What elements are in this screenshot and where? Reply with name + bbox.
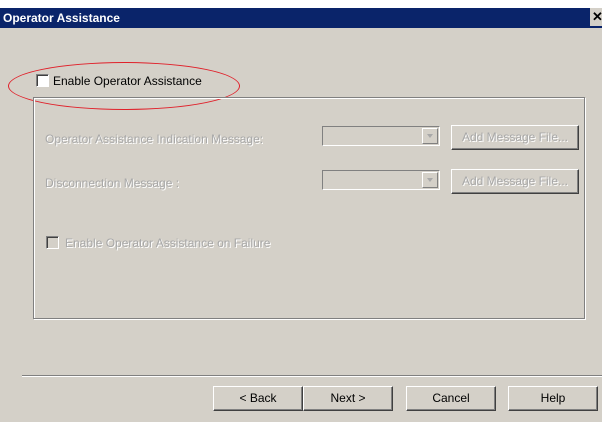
back-button[interactable]: < Back: [213, 386, 303, 411]
help-button[interactable]: Help: [508, 386, 598, 411]
footer-separator: [22, 375, 602, 377]
disconnection-message-label: Disconnection Message :: [45, 176, 180, 190]
window-title: Operator Assistance: [3, 11, 120, 25]
disconnection-message-select[interactable]: [322, 170, 440, 190]
add-disconnection-message-file-button[interactable]: Add Message File...: [451, 169, 579, 194]
chevron-down-icon[interactable]: [422, 128, 438, 144]
next-button[interactable]: Next >: [303, 386, 393, 411]
indication-message-select[interactable]: [322, 126, 440, 146]
add-indication-message-file-button[interactable]: Add Message File...: [451, 125, 579, 150]
title-bar[interactable]: Operator Assistance ✕: [0, 8, 602, 28]
indication-message-label: Operator Assistance Indication Message:: [45, 132, 264, 146]
operator-assistance-dialog: Operator Assistance ✕ Enable Operator As…: [0, 8, 602, 422]
chevron-down-icon[interactable]: [422, 172, 438, 188]
failure-checkbox[interactable]: [46, 236, 59, 249]
failure-label: Enable Operator Assistance on Failure: [65, 236, 271, 250]
cancel-button[interactable]: Cancel: [406, 386, 496, 411]
close-icon[interactable]: ✕: [590, 8, 602, 26]
